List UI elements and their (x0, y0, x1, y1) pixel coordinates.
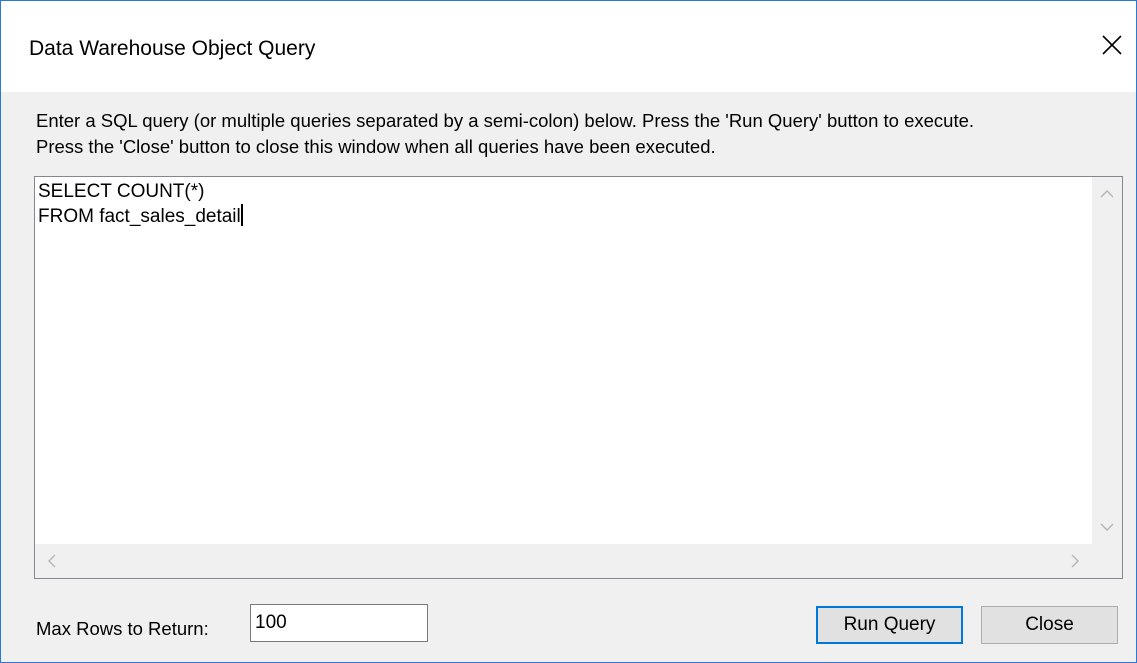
text-caret (240, 204, 243, 226)
query-dialog: Data Warehouse Object Query Enter a SQL … (0, 0, 1137, 663)
dialog-body: Enter a SQL query (or multiple queries s… (1, 92, 1136, 662)
sql-line-2: FROM fact_sales_detail (38, 206, 241, 227)
instructions-line-2: Press the 'Close' button to close this w… (36, 136, 716, 157)
sql-line-1: SELECT COUNT(*) (38, 181, 205, 202)
sql-text[interactable]: SELECT COUNT(*) FROM fact_sales_detail (38, 180, 1096, 542)
instructions-text: Enter a SQL query (or multiple queries s… (36, 108, 1126, 160)
max-rows-label: Max Rows to Return: (36, 618, 209, 639)
scrollbar-corner (1092, 544, 1122, 578)
sql-editor[interactable]: SELECT COUNT(*) FROM fact_sales_detail (34, 176, 1123, 579)
close-icon[interactable] (1088, 19, 1136, 71)
title-bar[interactable]: Data Warehouse Object Query (1, 1, 1136, 92)
vertical-scrollbar[interactable] (1092, 177, 1122, 544)
window-title: Data Warehouse Object Query (29, 37, 316, 60)
scroll-right-icon[interactable] (1058, 544, 1092, 578)
scroll-left-icon[interactable] (35, 544, 69, 578)
instructions-line-1: Enter a SQL query (or multiple queries s… (36, 110, 975, 131)
close-button[interactable]: Close (981, 606, 1118, 644)
run-query-button[interactable]: Run Query (816, 606, 963, 644)
scroll-down-icon[interactable] (1092, 510, 1122, 544)
scroll-up-icon[interactable] (1092, 177, 1122, 211)
horizontal-scrollbar[interactable] (35, 544, 1092, 578)
max-rows-input[interactable] (250, 604, 428, 642)
